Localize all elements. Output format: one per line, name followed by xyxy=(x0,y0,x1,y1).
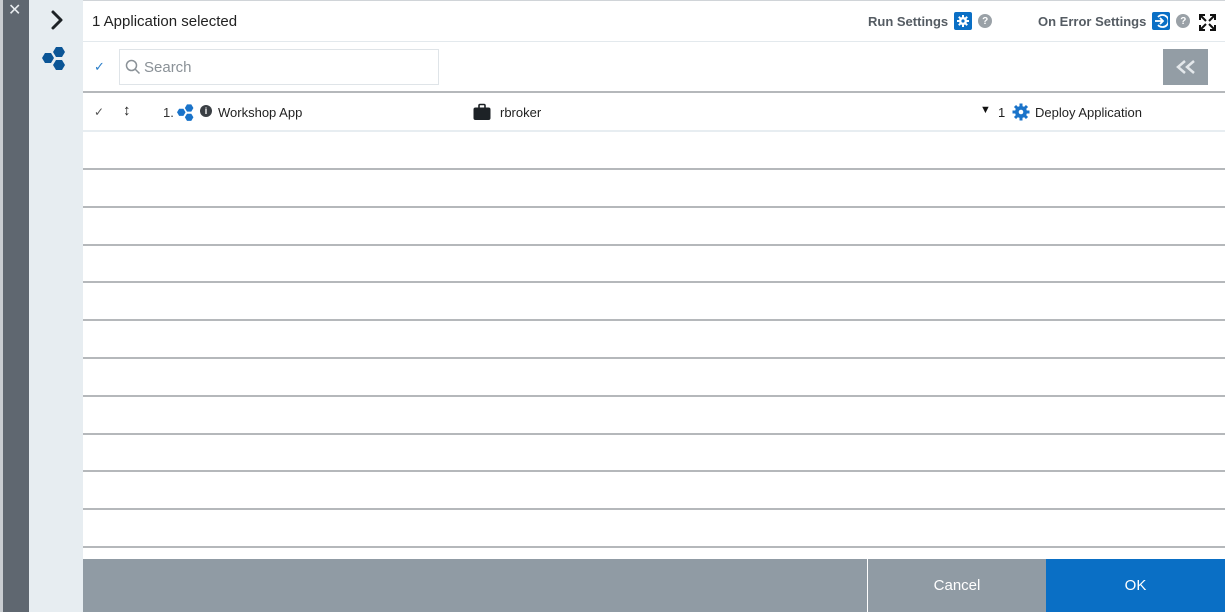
dialog-footer: Cancel OK xyxy=(83,559,1225,612)
run-settings: Run Settings ? xyxy=(868,12,993,30)
close-icon[interactable]: ✕ xyxy=(8,3,21,19)
application-icon xyxy=(177,104,194,121)
hexagon-cluster-icon xyxy=(42,47,65,70)
run-settings-label: Run Settings xyxy=(868,13,949,29)
row-checkbox[interactable]: ✓ xyxy=(94,105,104,119)
empty-row-divider xyxy=(83,394,1225,397)
gear-icon xyxy=(1012,103,1030,121)
search-box xyxy=(119,49,439,85)
expand-arrows-icon[interactable] xyxy=(1198,13,1217,32)
table-row[interactable]: ✓ ↕ 1. i Workshop App rbroker ▼ 1 Deploy… xyxy=(83,95,1225,132)
empty-row-divider xyxy=(83,508,1225,511)
cancel-button[interactable]: Cancel xyxy=(867,559,1046,612)
chevron-right-icon[interactable] xyxy=(48,9,66,31)
drag-handle-icon[interactable]: ↕ xyxy=(123,102,131,119)
list-toolbar: ✓ xyxy=(83,43,1225,93)
application-name: Workshop App xyxy=(218,105,303,120)
row-index: 1. xyxy=(163,105,174,120)
empty-row-divider xyxy=(83,281,1225,284)
run-settings-button[interactable] xyxy=(954,12,973,30)
briefcase-icon xyxy=(473,103,491,120)
on-error-settings: On Error Settings ? xyxy=(1038,12,1191,30)
empty-row-divider xyxy=(83,168,1225,170)
empty-row-divider xyxy=(83,205,1225,208)
page-title: 1 Application selected xyxy=(92,13,238,30)
close-rail: ✕ xyxy=(3,0,29,612)
info-icon[interactable]: i xyxy=(200,105,212,117)
sign-in-icon xyxy=(1155,14,1169,28)
on-error-settings-help-icon[interactable]: ? xyxy=(1176,14,1191,28)
gear-icon xyxy=(957,15,970,27)
expand-actions-toggle[interactable]: ▼ xyxy=(980,104,991,116)
action-name: Deploy Application xyxy=(1035,105,1142,120)
side-rail xyxy=(29,0,83,612)
select-all-checkbox[interactable]: ✓ xyxy=(94,59,105,75)
empty-row-divider xyxy=(83,546,1225,548)
ok-button[interactable]: OK xyxy=(1046,559,1225,612)
empty-row-divider xyxy=(83,243,1225,246)
empty-row-divider xyxy=(83,432,1225,435)
action-count: 1 xyxy=(998,105,1006,120)
run-settings-help-icon[interactable]: ? xyxy=(978,14,993,28)
panel-header: 1 Application selected Run Settings ? On… xyxy=(83,0,1225,42)
on-error-settings-label: On Error Settings xyxy=(1038,13,1147,29)
empty-row-divider xyxy=(83,357,1225,359)
collapse-button[interactable] xyxy=(1163,49,1208,85)
application-panel: 1 Application selected Run Settings ? On… xyxy=(83,0,1225,612)
search-input[interactable] xyxy=(144,58,424,76)
user-name: rbroker xyxy=(500,105,542,120)
search-icon xyxy=(125,59,141,75)
on-error-settings-button[interactable] xyxy=(1152,12,1171,30)
double-chevron-left-icon xyxy=(1175,60,1195,74)
empty-row-divider xyxy=(83,319,1225,322)
empty-row-divider xyxy=(83,470,1225,473)
